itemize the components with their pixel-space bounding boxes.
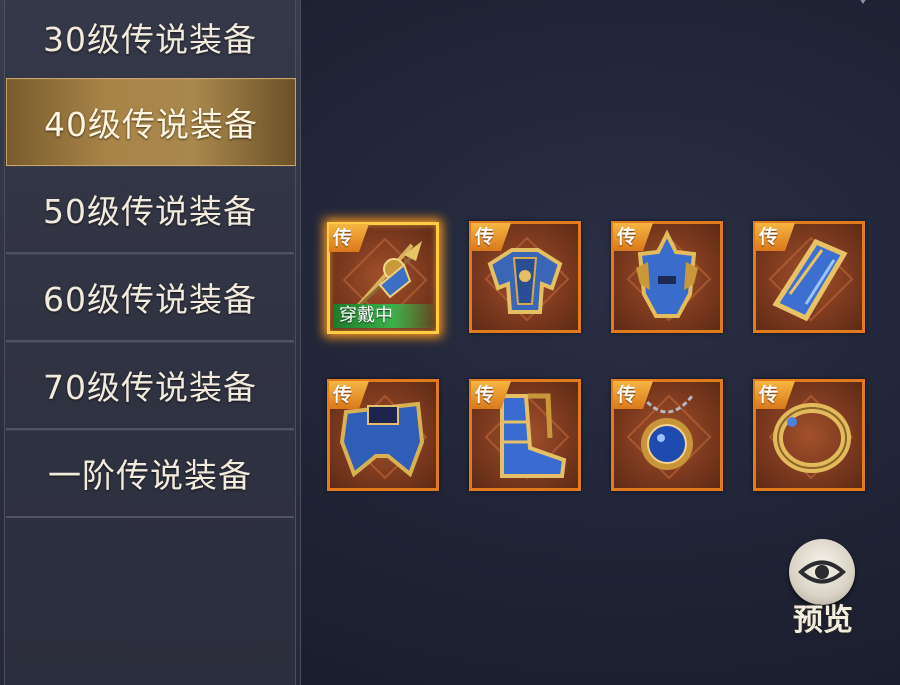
category-item-level60[interactable]: 60级传说装备 xyxy=(6,254,294,342)
equipment-slot-belt[interactable]: 传 xyxy=(327,379,439,491)
equipment-slot-weapon[interactable]: 传 穿戴中 xyxy=(327,222,439,334)
preview-button[interactable]: 预览 xyxy=(783,533,863,638)
preview-label: 预览 xyxy=(793,603,853,638)
category-item-tier1[interactable]: 一阶传说装备 xyxy=(6,430,294,518)
equipment-slot-ring[interactable]: 传 xyxy=(753,379,865,491)
equipment-slot-chest[interactable]: 传 xyxy=(469,221,581,333)
category-sidebar: 30级传说装备 40级传说装备 50级传说装备 60级传说装备 70级传说装备 … xyxy=(0,0,301,685)
equipment-slot-bracer[interactable]: 传 xyxy=(753,221,865,333)
category-item-level40[interactable]: 40级传说装备 xyxy=(6,78,296,166)
equipment-slot-boots[interactable]: 传 xyxy=(469,379,581,491)
equipment-slot-helmet[interactable]: 传 xyxy=(611,221,723,333)
equipped-label: 穿戴中 xyxy=(333,304,433,328)
equipment-slot-necklace[interactable]: 传 xyxy=(611,379,723,491)
category-item-level70[interactable]: 70级传说装备 xyxy=(6,342,294,430)
category-item-level30[interactable]: 30级传说装备 xyxy=(6,0,294,82)
category-item-level50[interactable]: 50级传说装备 xyxy=(6,166,294,254)
chevron-down-icon[interactable] xyxy=(854,0,872,4)
